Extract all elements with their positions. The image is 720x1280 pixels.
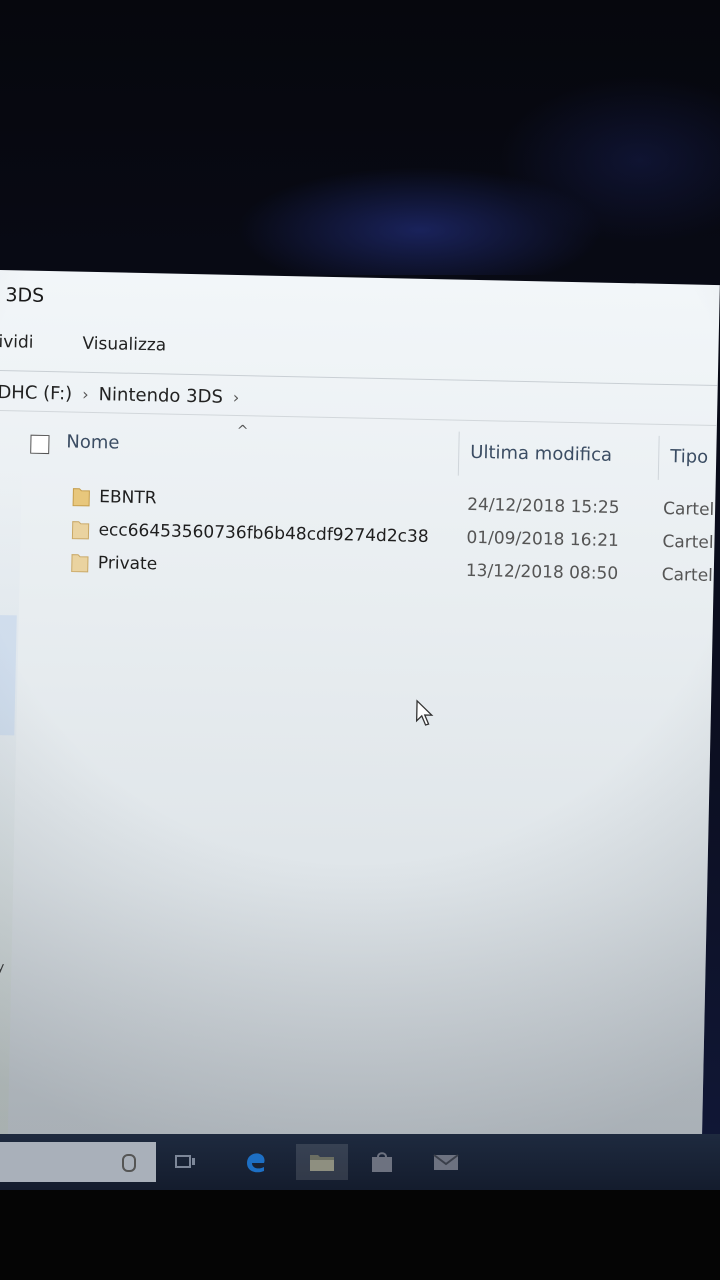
window-title: 3DS — [5, 284, 45, 307]
column-divider[interactable] — [657, 435, 660, 480]
breadcrumb-nintendo-3ds[interactable]: Nintendo 3DS — [98, 384, 223, 408]
file-explorer-icon[interactable] — [296, 1144, 348, 1180]
edge-icon[interactable] — [236, 1144, 276, 1180]
select-all-checkbox[interactable] — [30, 434, 50, 455]
file-modified: 24/12/2018 15:25 — [466, 494, 620, 519]
microphone-icon[interactable] — [122, 1154, 136, 1172]
file-modified: 01/09/2018 16:21 — [466, 527, 620, 552]
column-divider[interactable] — [457, 431, 460, 476]
file-type: Cartell — [662, 531, 719, 554]
navigation-pane[interactable] — [0, 469, 22, 1155]
folder-icon — [71, 554, 89, 573]
address-bar[interactable]: DHC (F:) › Nintendo 3DS › — [0, 373, 718, 427]
task-view-icon[interactable] — [166, 1144, 206, 1180]
file-type: Cartella — [661, 564, 720, 587]
column-header-modified[interactable]: Ultima modifica — [470, 442, 612, 466]
file-modified: 13/12/2018 08:50 — [465, 560, 619, 585]
column-header-name[interactable]: Nome — [66, 431, 120, 453]
taskbar — [0, 1134, 720, 1190]
monitor-bezel — [0, 1190, 720, 1280]
photo-stage: 3DS ividi Visualizza DHC (F:) › Nintendo… — [0, 0, 720, 1280]
desktop-background — [0, 0, 720, 275]
sort-ascending-icon: ^ — [236, 422, 249, 440]
folder-icon — [72, 488, 90, 507]
navigation-pane-item[interactable]: My — [0, 960, 4, 975]
column-header-row: ^ Nome Ultima modifica Tipo — [0, 418, 717, 485]
mouse-pointer-icon — [415, 699, 434, 726]
ribbon-tab-visualizza[interactable]: Visualizza — [82, 334, 166, 356]
breadcrumb-chevron-icon[interactable]: › — [233, 387, 240, 406]
store-icon[interactable] — [362, 1144, 402, 1180]
mail-icon[interactable] — [426, 1144, 466, 1180]
breadcrumb-drive[interactable]: DHC (F:) — [0, 381, 72, 404]
navigation-pane-selection — [0, 614, 17, 736]
file-name: ecc66453560736fb6b48cdf9274d2c38 — [98, 520, 429, 548]
file-name: EBNTR — [99, 487, 157, 509]
taskbar-search-box[interactable] — [0, 1142, 156, 1182]
file-explorer-window: 3DS ividi Visualizza DHC (F:) › Nintendo… — [0, 270, 720, 1155]
folder-icon — [71, 521, 90, 540]
file-name: Private — [97, 553, 158, 575]
column-header-type[interactable]: Tipo — [670, 446, 708, 468]
ribbon-tab-condividi[interactable]: ividi — [0, 332, 34, 353]
breadcrumb-chevron-icon[interactable]: › — [82, 384, 89, 403]
file-type: Cartel — [662, 498, 715, 521]
